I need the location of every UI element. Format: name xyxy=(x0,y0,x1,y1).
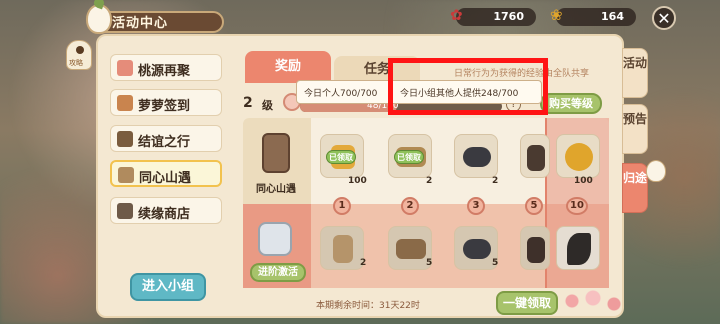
tooltip-personal: 今日个人700/700 xyxy=(304,89,378,99)
claimed-badge: 已领取 xyxy=(326,150,356,164)
level-marker: 2 xyxy=(401,197,419,215)
scroll-icon xyxy=(118,167,134,183)
sidebar-item-label: 萝萝签到 xyxy=(138,99,191,114)
book-icon xyxy=(117,131,133,147)
reward-slot-adv-4[interactable] xyxy=(520,226,550,270)
tab-preview[interactable]: 预告 xyxy=(622,104,648,154)
reward-slot-adv-5[interactable] xyxy=(556,226,600,270)
peach-icon xyxy=(117,60,133,76)
reward-qty: 100 xyxy=(348,176,367,186)
basic-pouch-icon xyxy=(262,133,290,173)
level-marker: 5 xyxy=(525,197,543,215)
currency-flower-value: 1760 xyxy=(493,10,524,23)
tab-reward[interactable]: 奖励 xyxy=(245,51,331,83)
sidebar-item-label: 同心山遇 xyxy=(139,171,192,186)
buy-level-button[interactable]: 购买等级 xyxy=(540,93,602,114)
tab-return[interactable]: 归途 xyxy=(622,163,648,213)
page-title: 活动中心 xyxy=(112,16,169,31)
reward-slot-basic-5[interactable] xyxy=(556,134,600,178)
reward-qty: 2 xyxy=(492,176,499,186)
reward-qty: 5 xyxy=(492,258,499,268)
claimed-badge: 已领取 xyxy=(394,150,424,164)
flower-coin-icon: ✿ xyxy=(450,6,463,24)
remaining-time: 本期剩余时间：31天22时 xyxy=(316,301,420,311)
feather-icon xyxy=(567,233,591,265)
claim-all-button[interactable]: 一键领取 xyxy=(496,291,558,315)
jar-icon xyxy=(333,235,353,263)
level-number: 2 xyxy=(243,95,253,111)
ore-icon xyxy=(463,147,491,167)
sidebar-item-shop[interactable]: 续缘商店 xyxy=(110,197,222,224)
level-marker: 3 xyxy=(467,197,485,215)
sidebar-item-tongxin[interactable]: 同心山遇 xyxy=(110,160,222,187)
shop-icon xyxy=(117,203,133,219)
reward-slot-basic-3[interactable] xyxy=(454,134,498,178)
close-button[interactable]: ✕ xyxy=(652,6,676,30)
basic-row-label: 同心山遇 xyxy=(256,184,296,195)
box-icon xyxy=(396,239,426,259)
radish-icon xyxy=(646,160,666,182)
sidebar-item-journey[interactable]: 结谊之行 xyxy=(110,125,222,152)
sidebar-item-signin[interactable]: 萝萝签到 xyxy=(110,89,222,116)
jar-icon xyxy=(527,237,545,263)
jar-icon xyxy=(527,145,545,171)
knot-coin-icon: ❀ xyxy=(550,6,563,24)
reward-qty: 5 xyxy=(426,258,433,268)
reward-slot-basic-4[interactable] xyxy=(520,134,550,178)
reward-slot-adv-1[interactable] xyxy=(320,226,364,270)
advanced-activate-button[interactable]: 进阶激活 xyxy=(250,263,306,282)
currency-knot: ❀ 164 xyxy=(550,6,636,26)
sidebar-item-label: 续缘商店 xyxy=(138,207,191,222)
top-bar: 活动中心 ✿ 1760 ❀ 164 ✕ xyxy=(0,0,720,34)
level-marker: 1 xyxy=(333,197,351,215)
level-marker: 10 xyxy=(566,197,588,215)
sidebar-item-taoyuan[interactable]: 桃源再聚 xyxy=(110,54,222,81)
radish-mascot-icon xyxy=(86,4,112,34)
reward-qty: 2 xyxy=(360,258,367,268)
guide-badge[interactable]: 攻略 xyxy=(66,40,92,70)
currency-knot-value: 164 xyxy=(601,10,624,23)
tab-activity[interactable]: 活动 xyxy=(622,48,648,98)
guide-badge-label: 攻略 xyxy=(69,59,83,67)
ore-icon xyxy=(463,239,491,259)
enter-group-button[interactable]: 进入小组 xyxy=(130,273,206,301)
highlight-box xyxy=(388,58,548,115)
reward-qty: 2 xyxy=(426,176,433,186)
flower-decoration xyxy=(558,286,628,316)
sidebar-item-label: 结谊之行 xyxy=(138,135,191,150)
reward-qty: 100 xyxy=(574,176,593,186)
advanced-pouch-icon xyxy=(258,222,292,256)
currency-flower: ✿ 1760 xyxy=(450,6,536,26)
sidebar-item-label: 桃源再聚 xyxy=(138,64,191,79)
level-unit: 级 xyxy=(262,99,273,112)
calendar-icon xyxy=(117,95,133,111)
knot-icon xyxy=(565,143,593,171)
